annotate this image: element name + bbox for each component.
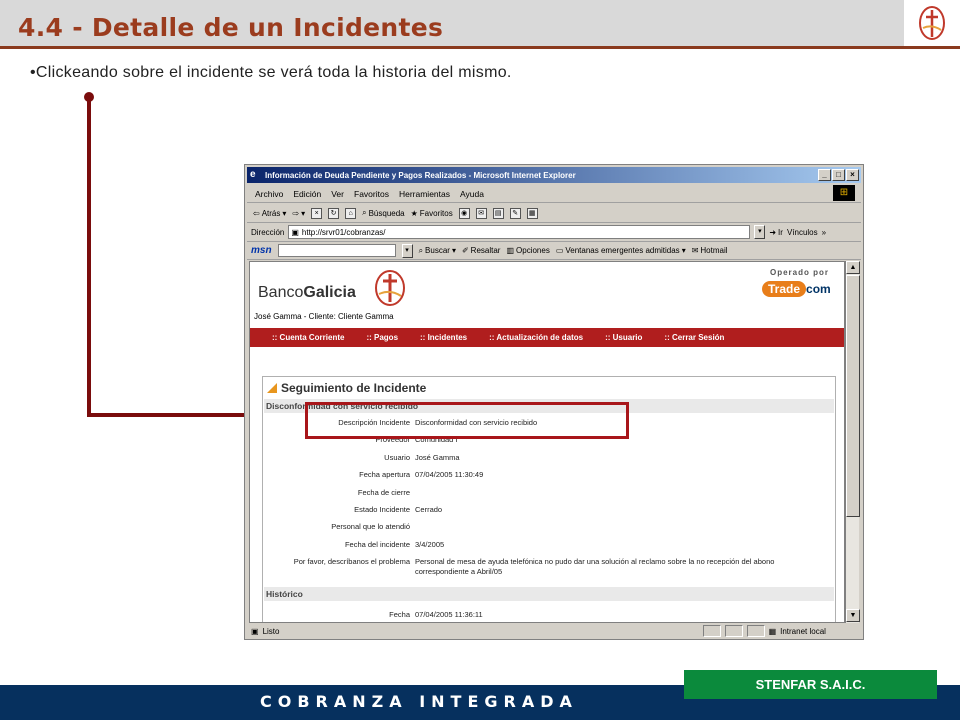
msn-dropdown-icon[interactable]: ▾ [401,243,413,258]
go-arrow-icon: ➜ [769,227,777,237]
home-icon[interactable]: ⌂ [345,207,357,219]
popup-icon: ▭ [555,246,564,255]
footer-text: COBRANZA INTEGRADA [260,692,578,711]
discuss-icon[interactable]: ▦ [526,207,538,219]
status-zone: Intranet local [780,626,826,636]
ie-toolbar: ⇦ Atrás ▾ ⇨ ▾ × ↻ ⌂ ⌕ Búsqueda ★ Favoritos … [247,204,861,223]
close-button[interactable]: × [846,169,859,181]
status-cell [724,625,743,637]
status-text: Listo [262,626,280,636]
status-page-icon: ▣ [251,626,259,636]
search-button[interactable]: ⌕ Búsqueda [362,208,405,218]
menu-favoritos[interactable]: Favoritos [354,189,389,199]
header-rule [0,46,960,49]
highlighter-icon: ✐ [461,246,469,255]
nav-incidentes[interactable]: :: Incidentes [420,333,467,342]
forward-arrow-icon: ⇨ [292,208,300,218]
status-cell [702,625,721,637]
windows-logo-icon: ⊞ [833,185,855,201]
bank-cross-logo-icon [372,268,408,310]
page-icon: ▣ [291,227,299,237]
nav-cerrar-sesion[interactable]: :: Cerrar Sesión [664,333,724,342]
tradecom-logo: Trade com [762,281,831,297]
connector-line-vertical [87,97,91,417]
nav-usuario[interactable]: :: Usuario [605,333,642,342]
address-dropdown-icon[interactable]: ▾ [754,225,766,239]
msn-logo[interactable]: msn [251,245,272,256]
company-badge: STENFAR S.A.I.C. [684,670,937,699]
scroll-down-icon[interactable]: ▼ [846,609,860,622]
ie-window-title: Información de Deuda Pendiente y Pagos R… [265,170,576,180]
triangle-icon [267,383,277,393]
bank-name: BancoGalicia [258,284,356,301]
msn-opciones-button[interactable]: ▥ Opciones [506,246,549,255]
operado-label: Operado por [770,268,830,277]
bank-header: BancoGalicia Operado por Trade com José G… [250,262,844,328]
options-icon: ▥ [506,246,515,255]
stop-icon[interactable]: × [311,207,323,219]
menu-ver[interactable]: Ver [331,189,344,199]
panel-title: Seguimiento de Incidente [267,381,426,395]
slide-title: 4.4 - Detalle de un Incidentes [18,13,444,42]
refresh-icon[interactable]: ↻ [328,207,340,219]
msn-hotmail-button[interactable]: ✉ Hotmail [692,246,728,255]
intranet-icon: ▦ [768,626,777,636]
msn-buscar-button[interactable]: ⌕ Buscar ▾ [419,246,456,256]
forward-button[interactable]: ⇨ ▾ [292,209,305,218]
media-icon[interactable]: ◉ [458,207,470,219]
address-value: http://srvr01/cobranzas/ [301,227,386,237]
address-input[interactable]: ▣ http://srvr01/cobranzas/ [288,225,751,239]
msn-toolbar: msn ▾ ⌕ Buscar ▾ ✐ Resaltar ▥ Opciones ▭ Ven… [247,242,861,260]
menu-herramientas[interactable]: Herramientas [399,189,450,199]
chevron-right-icon[interactable]: » [822,228,826,237]
ie-menubar: Archivo Edición Ver Favoritos Herramient… [247,185,861,203]
nav-pagos[interactable]: :: Pagos [366,333,398,342]
msn-search-input[interactable] [277,244,396,257]
cross-logo-icon [904,0,960,46]
page-content: BancoGalicia Operado por Trade com José G… [249,261,845,623]
links-label[interactable]: Vínculos [787,228,818,237]
user-client-line: José Gamma - Cliente: Cliente Gamma [254,312,394,321]
msn-popups-button[interactable]: ▭ Ventanas emergentes admitidas ▾ [556,246,686,255]
msn-resaltar-button[interactable]: ✐ Resaltar [462,246,501,255]
mail-icon[interactable]: ✉ [475,207,487,219]
ie-icon: e [250,169,256,180]
ie-titlebar[interactable]: e Información de Deuda Pendiente y Pagos… [247,167,861,183]
nav-cuenta-corriente[interactable]: :: Cuenta Corriente [272,333,344,342]
maximize-button[interactable]: □ [832,169,845,181]
search-icon: ⌕ [418,245,424,255]
nav-actualizacion[interactable]: :: Actualización de datos [489,333,583,342]
favorites-icon: ★ [410,208,418,218]
search-icon: ⌕ [362,208,367,217]
ie-statusbar: ▣ Listo ▦ Intranet local [247,624,861,638]
slide-header: 4.4 - Detalle de un Incidentes [0,0,904,46]
menu-ayuda[interactable]: Ayuda [460,189,484,199]
highlight-box [305,402,629,439]
minimize-button[interactable]: _ [818,169,831,181]
window-buttons: _ □ × [818,169,859,181]
scroll-thumb[interactable] [846,275,860,517]
history-section-title: Histórico [264,587,834,601]
back-button[interactable]: ⇦ Atrás ▾ [253,209,286,218]
bullet-text: •Clickeando sobre el incidente se verá t… [30,64,512,81]
address-label: Dirección [251,227,285,237]
bank-nav: :: Cuenta Corriente :: Pagos :: Incident… [250,328,844,347]
ie-addressbar: Dirección ▣ http://srvr01/cobranzas/ ▾ ➜… [247,223,861,242]
hotmail-icon: ✉ [691,246,699,255]
print-icon[interactable]: ▤ [492,207,504,219]
back-arrow-icon: ⇦ [253,208,260,218]
menu-archivo[interactable]: Archivo [255,189,283,199]
menu-edicion[interactable]: Edición [293,189,321,199]
favorites-button[interactable]: ★ Favoritos [411,209,453,218]
status-cell [746,625,765,637]
edit-icon[interactable]: ✎ [509,207,521,219]
scroll-up-icon[interactable]: ▲ [846,261,860,274]
vertical-scrollbar[interactable]: ▲ ▼ [845,261,860,623]
go-button[interactable]: ➜ Ir [769,228,783,237]
